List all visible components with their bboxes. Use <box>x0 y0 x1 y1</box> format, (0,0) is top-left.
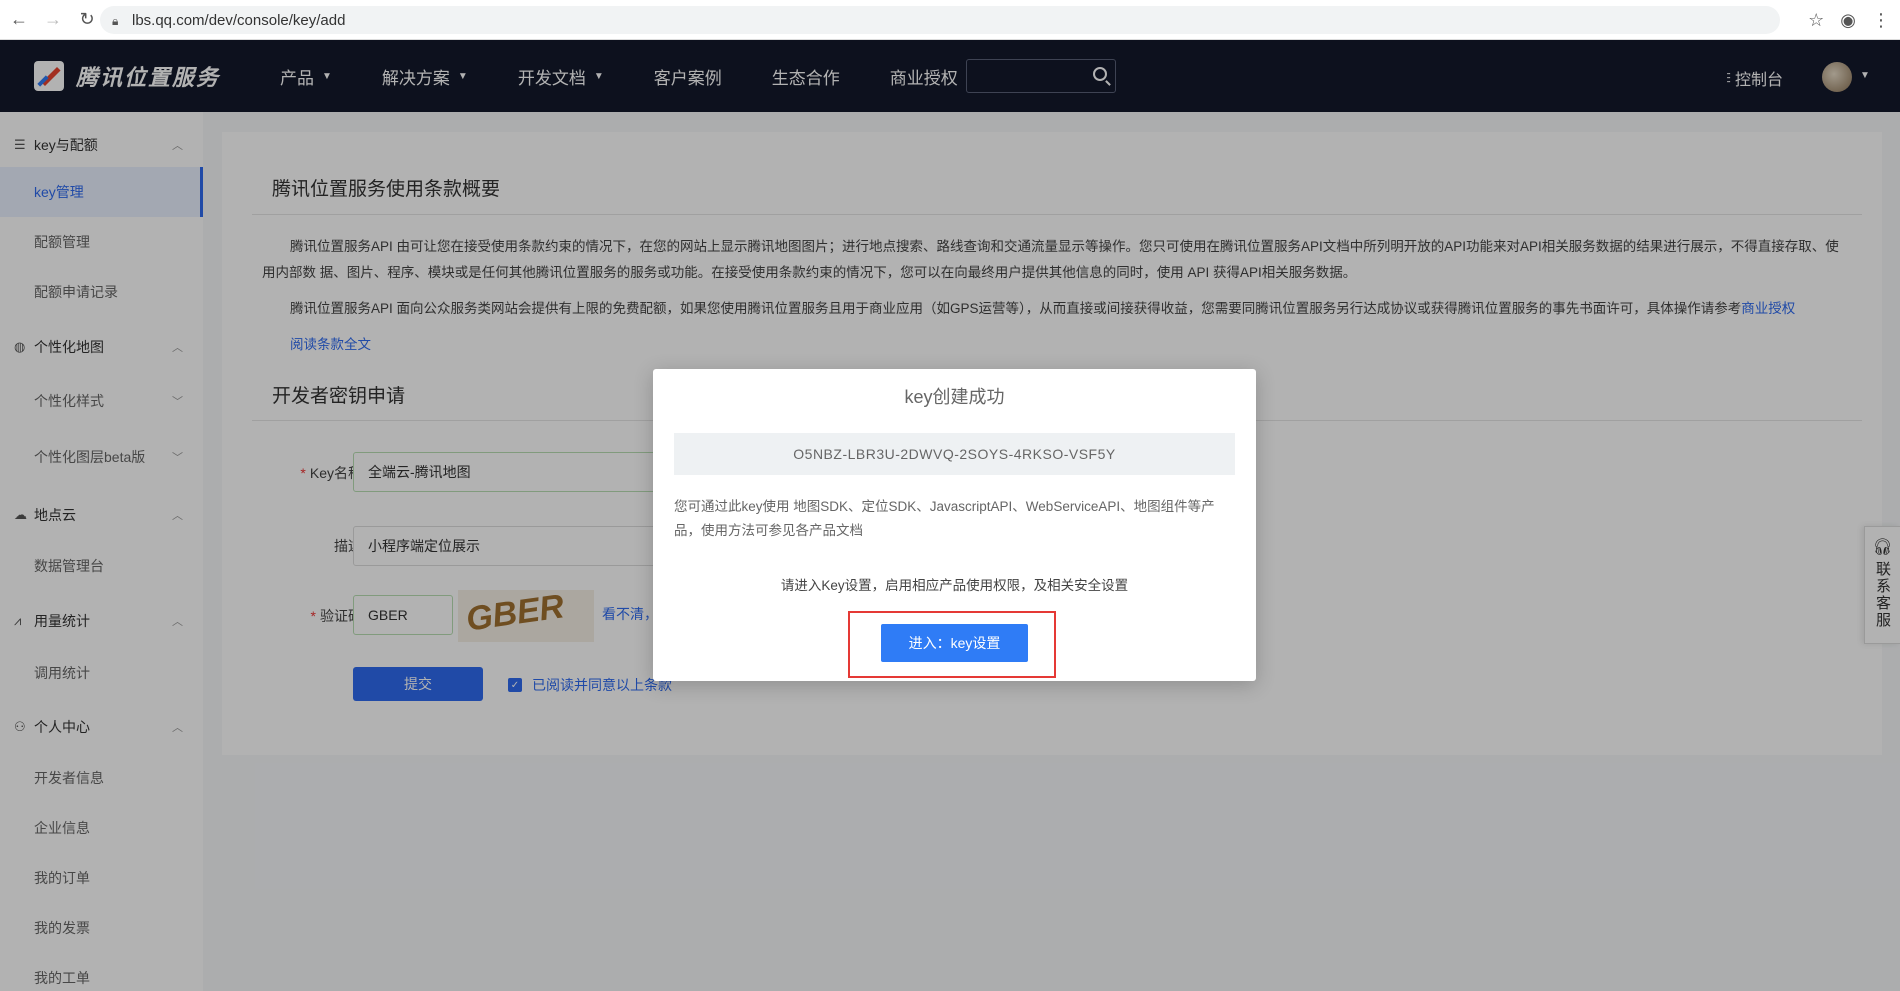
address-bar[interactable]: 🔒︎ lbs.qq.com/dev/console/key/add <box>100 6 1780 34</box>
browser-toolbar: ← → ↻ 🔒︎ lbs.qq.com/dev/console/key/add … <box>0 0 1900 40</box>
account-icon[interactable]: ◉ <box>1840 10 1856 31</box>
key-value[interactable]: O5NBZ-LBR3U-2DWVQ-2SOYS-4RKSO-VSF5Y <box>674 433 1235 475</box>
more-icon[interactable]: ⋮ <box>1872 10 1890 31</box>
forward-arrow-icon[interactable]: → <box>38 5 68 35</box>
back-arrow-icon[interactable]: ← <box>4 5 34 35</box>
url-text: lbs.qq.com/dev/console/key/add <box>132 11 346 29</box>
reload-icon[interactable]: ↻ <box>72 5 102 35</box>
dialog-title: key创建成功 <box>904 387 1005 407</box>
dialog-description: 您可通过此key使用 地图SDK、定位SDK、JavascriptAPI、Web… <box>674 499 1215 538</box>
dialog-tip: 请进入Key设置，启用相应产品使用权限，及相关安全设置 <box>780 578 1129 593</box>
lock-icon: 🔒︎ <box>112 14 119 28</box>
star-icon[interactable]: ☆ <box>1808 10 1824 31</box>
enter-key-settings-button[interactable]: 进入：key设置 <box>881 624 1028 662</box>
key-created-dialog: key创建成功 O5NBZ-LBR3U-2DWVQ-2SOYS-4RKSO-VS… <box>653 369 1256 681</box>
